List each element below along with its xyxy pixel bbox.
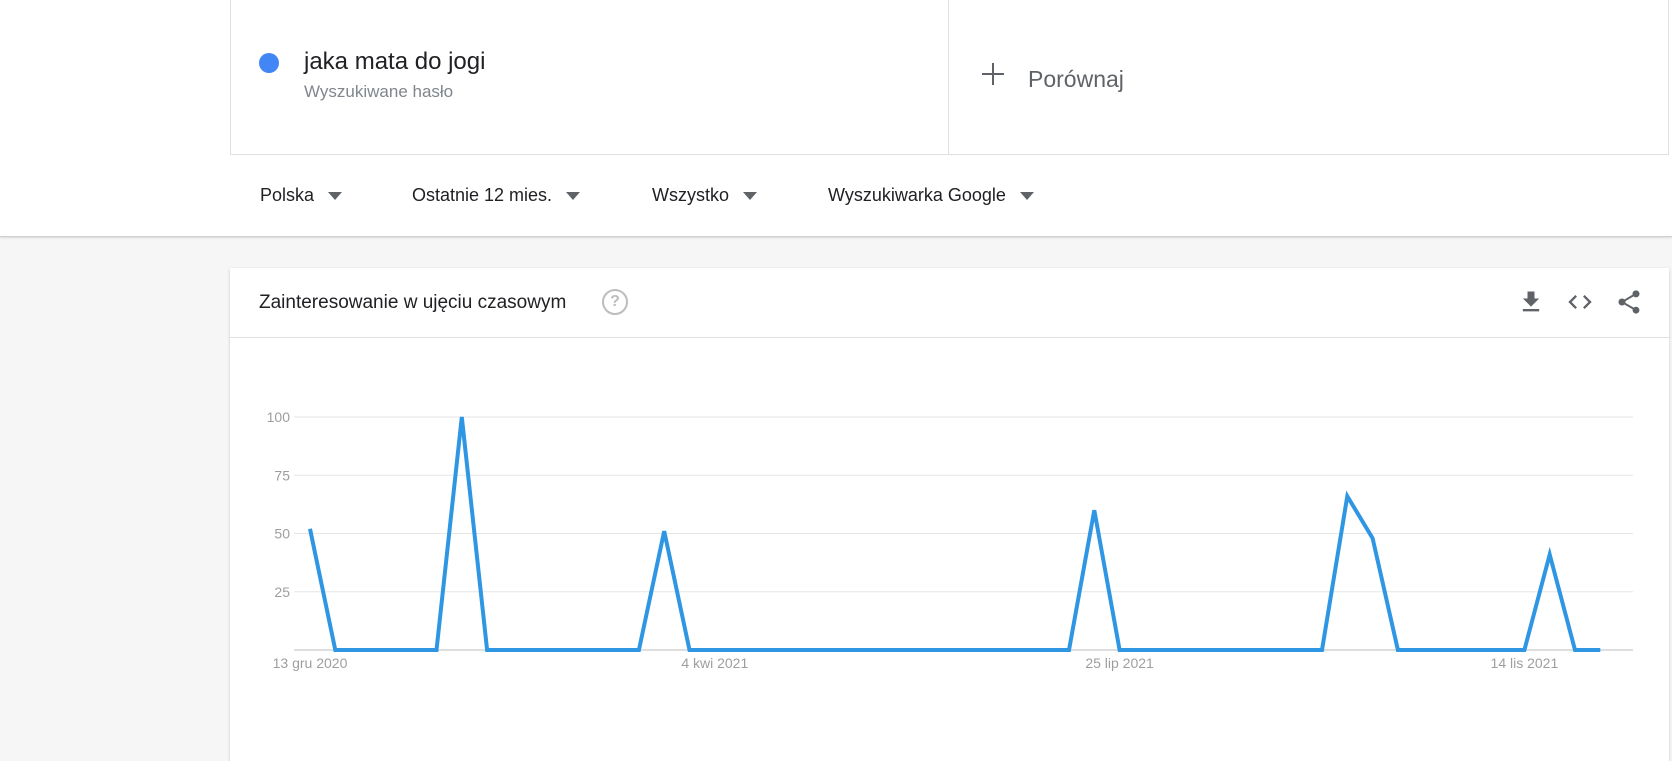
region-filter[interactable]: Polska (260, 185, 343, 206)
category-filter-label: Wszystko (652, 185, 730, 205)
plus-icon (982, 63, 1004, 85)
search-term-title: jaka mata do jogi (304, 48, 486, 75)
compare-button[interactable]: Porównaj (949, 0, 1669, 155)
y-tick-label: 100 (267, 409, 291, 425)
region-filter-label: Polska (260, 185, 315, 205)
x-tick-label: 13 gru 2020 (273, 655, 348, 671)
y-tick-label: 75 (274, 467, 290, 483)
chevron-down-icon (566, 191, 581, 200)
term-color-dot (259, 53, 279, 73)
x-tick-label: 25 lip 2021 (1085, 655, 1154, 671)
interest-line-chart: 25 50 75 100 13 gru 2020 4 kwi 2021 25 lip 202… (267, 409, 1633, 671)
search-type-filter[interactable]: Wyszukiwarka Google (828, 185, 1034, 206)
header-panel: jaka mata do jogi Wyszukiwane hasło Poró… (0, 0, 1672, 237)
chevron-down-icon (328, 191, 343, 200)
compare-label: Porównaj (1028, 66, 1124, 92)
category-filter[interactable]: Wszystko (652, 185, 758, 206)
chevron-down-icon (743, 191, 758, 200)
chevron-down-icon (1019, 191, 1034, 200)
x-tick-label: 14 lis 2021 (1491, 655, 1559, 671)
search-type-filter-label: Wyszukiwarka Google (828, 185, 1006, 205)
y-tick-label: 50 (274, 526, 290, 542)
interest-over-time-card: Zainteresowanie w ujęciu czasowym ? 25 50… (230, 268, 1669, 761)
search-term-subtitle: Wyszukiwane hasło (304, 82, 454, 101)
x-tick-label: 4 kwi 2021 (681, 655, 748, 671)
time-range-filter-label: Ostatnie 12 mies. (412, 185, 553, 205)
y-tick-label: 25 (274, 584, 290, 600)
search-term-card[interactable]: jaka mata do jogi Wyszukiwane hasło (230, 0, 949, 155)
time-range-filter[interactable]: Ostatnie 12 mies. (412, 185, 581, 206)
